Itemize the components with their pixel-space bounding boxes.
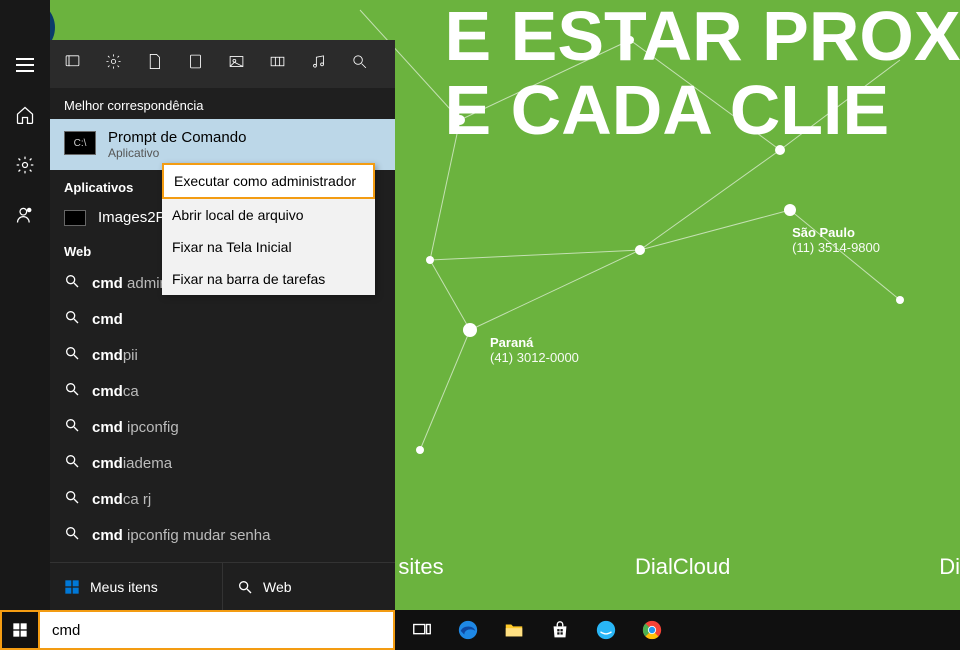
- chrome-icon[interactable]: [629, 610, 675, 650]
- suggestion-text: cmd: [92, 311, 123, 328]
- search-icon: [64, 489, 80, 509]
- user-icon[interactable]: [15, 205, 35, 225]
- web-tab-label: Web: [263, 579, 292, 595]
- edge-icon[interactable]: [445, 610, 491, 650]
- suggestion-text: cmdca rj: [92, 491, 151, 508]
- web-suggestion[interactable]: cmdiadema: [50, 445, 395, 481]
- task-view-icon[interactable]: [399, 610, 445, 650]
- taskbar-search[interactable]: [40, 610, 395, 650]
- search-icon: [64, 309, 80, 329]
- start-button[interactable]: [0, 610, 40, 650]
- settings-gear-icon[interactable]: [15, 155, 35, 175]
- pin-to-start[interactable]: Fixar na Tela Inicial: [162, 231, 375, 263]
- taskbar: [0, 610, 960, 650]
- start-left-rail: [0, 0, 50, 610]
- web-suggestion[interactable]: cmdca rj: [50, 481, 395, 517]
- my-items-tab[interactable]: Meus itens: [50, 563, 222, 610]
- document-filter-icon[interactable]: [146, 53, 163, 75]
- my-items-label: Meus itens: [90, 579, 158, 595]
- music-filter-icon[interactable]: [310, 53, 327, 75]
- video-filter-icon[interactable]: [269, 53, 286, 75]
- phone-sao-paulo: (11) 3514-9800: [792, 240, 880, 255]
- home-icon[interactable]: [15, 105, 35, 125]
- search-icon: [64, 381, 80, 401]
- city-sao-paulo: São Paulo: [792, 225, 880, 240]
- search-icon: [64, 453, 80, 473]
- search-icon: [64, 273, 80, 293]
- best-match-header: Melhor correspondência: [50, 88, 395, 119]
- app-icon-small: [64, 210, 86, 226]
- hamburger-icon[interactable]: [15, 55, 35, 75]
- wallpaper-text-2: E CADA CLIE: [445, 74, 960, 148]
- suggestion-text: cmdpii: [92, 347, 138, 364]
- suggestion-text: cmd ipconfig mudar senha: [92, 527, 270, 544]
- search-input[interactable]: [52, 622, 381, 639]
- settings-filter-icon[interactable]: [105, 53, 122, 75]
- web-tab[interactable]: Web: [222, 563, 395, 610]
- web-suggestion[interactable]: cmd ipconfig mudar senha: [50, 517, 395, 553]
- photo-filter-icon[interactable]: [228, 53, 245, 75]
- app-blue-icon[interactable]: [583, 610, 629, 650]
- apps-filter-icon[interactable]: [64, 53, 81, 75]
- file-explorer-icon[interactable]: [491, 610, 537, 650]
- open-file-location[interactable]: Abrir local de arquivo: [162, 199, 375, 231]
- store-icon[interactable]: [537, 610, 583, 650]
- web-suggestion[interactable]: cmd ipconfig: [50, 409, 395, 445]
- cmd-app-icon: C:\: [64, 131, 96, 155]
- wallpaper-text-1: E ESTAR PROXI: [445, 0, 960, 74]
- suggestion-text: cmd ipconfig: [92, 419, 179, 436]
- start-search-panel: Melhor correspondência C:\ Prompt de Com…: [50, 40, 395, 610]
- phone-parana: (41) 3012-0000: [490, 350, 579, 365]
- search-filter-bar: [50, 40, 395, 88]
- run-as-admin[interactable]: Executar como administrador: [162, 163, 375, 199]
- search-icon: [64, 525, 80, 545]
- search-filter-icon[interactable]: [351, 53, 368, 75]
- pin-to-taskbar[interactable]: Fixar na barra de tarefas: [162, 263, 375, 295]
- folder-filter-icon[interactable]: [187, 53, 204, 75]
- search-icon: [64, 345, 80, 365]
- footer-dialcloud: DialCloud: [635, 554, 730, 580]
- web-suggestion[interactable]: cmd: [50, 301, 395, 337]
- context-menu: Executar como administrador Abrir local …: [162, 163, 375, 295]
- web-suggestion[interactable]: cmdpii: [50, 337, 395, 373]
- best-match-subtitle: Aplicativo: [108, 146, 246, 160]
- footer-di: Di: [939, 554, 960, 580]
- best-match-title: Prompt de Comando: [108, 129, 246, 146]
- suggestion-text: cmdiadema: [92, 455, 172, 472]
- city-parana: Paraná: [490, 335, 579, 350]
- suggestion-text: cmdca: [92, 383, 139, 400]
- search-icon: [64, 417, 80, 437]
- web-suggestion[interactable]: cmdca: [50, 373, 395, 409]
